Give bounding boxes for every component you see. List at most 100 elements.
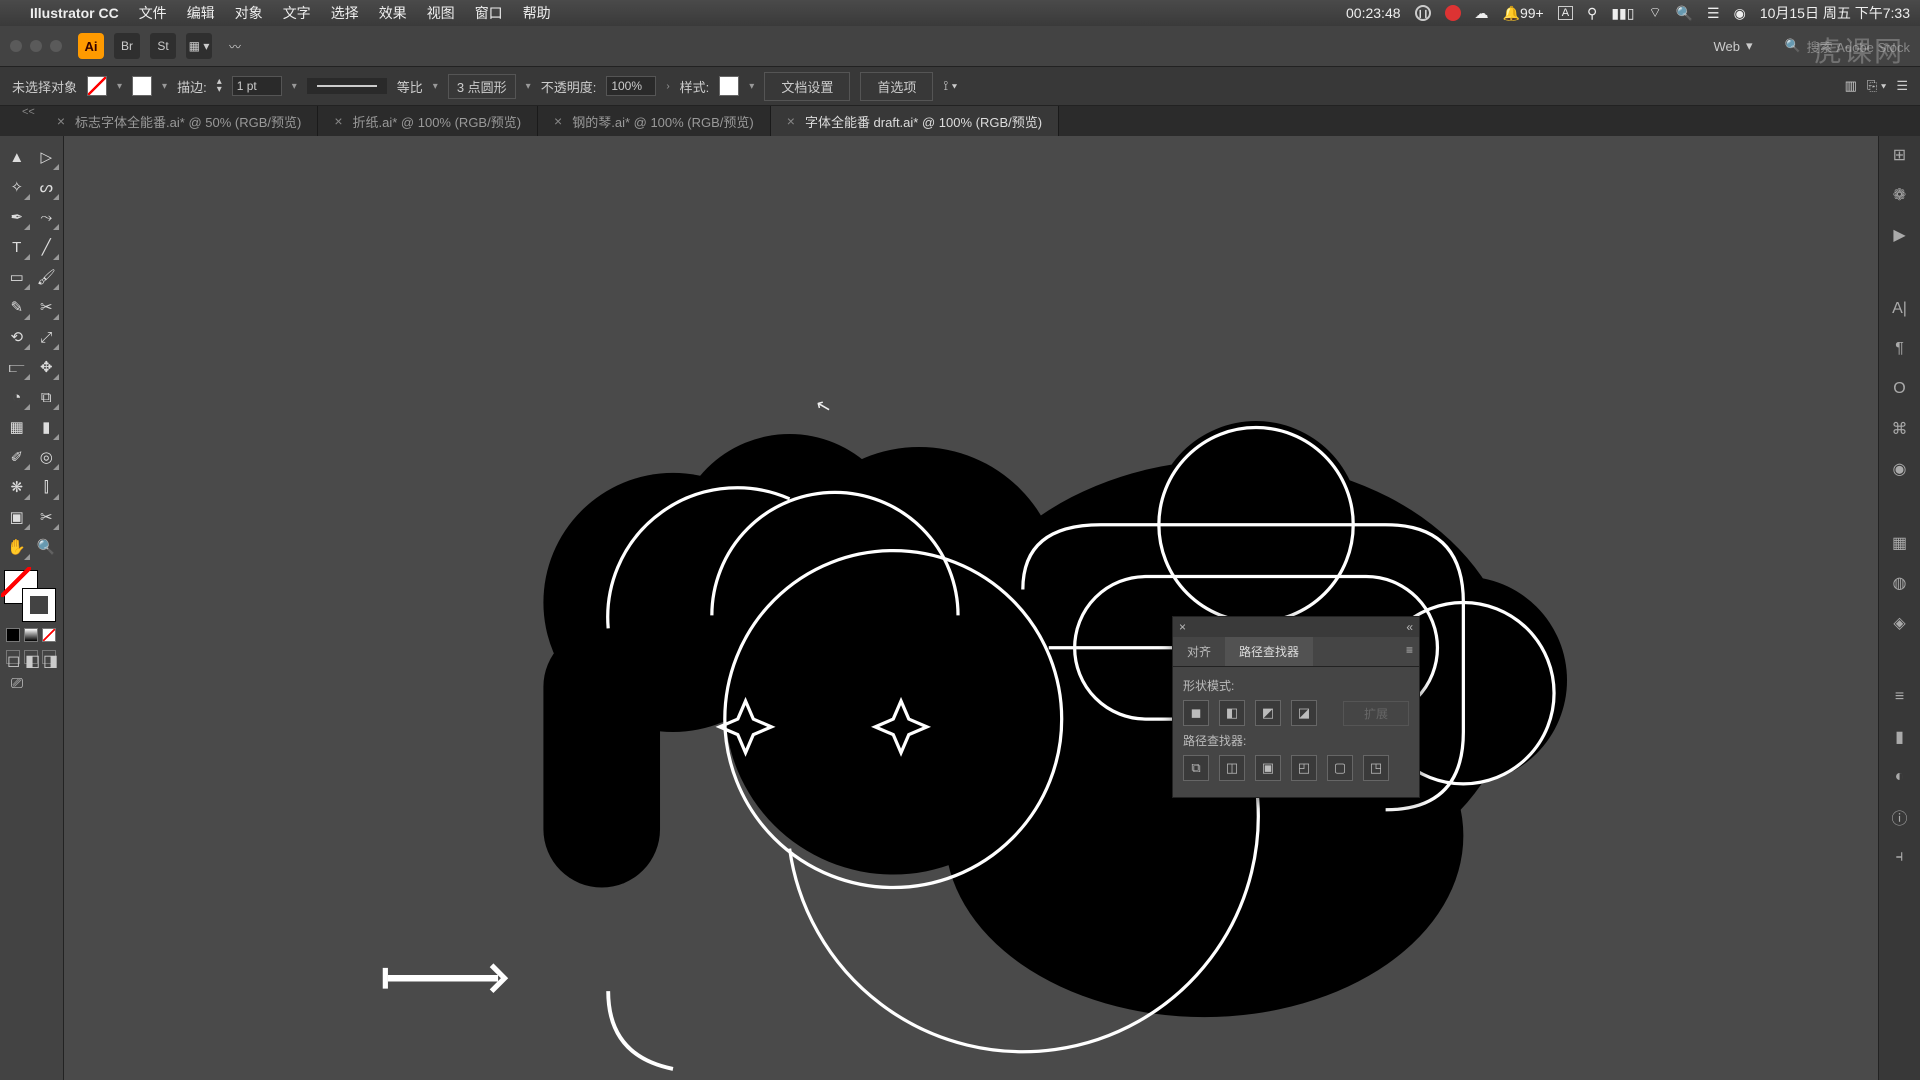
- style-swatch[interactable]: [719, 76, 739, 96]
- eraser-tool[interactable]: ✂: [32, 292, 62, 322]
- gradient-panel-icon[interactable]: ▮: [1887, 724, 1913, 750]
- expand-button[interactable]: 扩展: [1343, 701, 1409, 726]
- chevron-down-icon[interactable]: ▾: [749, 81, 754, 92]
- menu-select[interactable]: 选择: [331, 3, 359, 23]
- pin-icon[interactable]: ▥: [1845, 78, 1857, 94]
- paintbrush-tool[interactable]: 🖌: [32, 262, 62, 292]
- preferences-button[interactable]: 首选项: [860, 72, 933, 101]
- symbols-panel-icon[interactable]: ◈: [1887, 610, 1913, 636]
- wechat-icon[interactable]: ☁: [1475, 5, 1489, 22]
- stroke-profile-preview[interactable]: [307, 78, 387, 94]
- transform-icon[interactable]: ⎘ ▾: [1867, 78, 1886, 94]
- chevron-down-icon[interactable]: ▾: [117, 81, 122, 92]
- curvature-tool[interactable]: ⤳: [32, 202, 62, 232]
- battery-icon[interactable]: ▮▮▯: [1611, 5, 1634, 22]
- minus-front-icon[interactable]: ◧: [1219, 700, 1245, 726]
- notification-icon[interactable]: 🔔99+: [1503, 5, 1544, 22]
- tab-overflow-icon[interactable]: <<: [16, 106, 41, 118]
- scale-tool[interactable]: ⤢: [32, 322, 62, 352]
- intersect-icon[interactable]: ◩: [1255, 700, 1281, 726]
- appearance-panel-icon[interactable]: ◉: [1887, 456, 1913, 482]
- search-input[interactable]: 搜索 Adobe Stock: [1807, 37, 1910, 56]
- chevron-down-icon[interactable]: ▾: [162, 81, 167, 92]
- color-guide-panel-icon[interactable]: ◍: [1887, 570, 1913, 596]
- clock[interactable]: 10月15日 周五 下午7:33: [1760, 3, 1910, 23]
- gradient-tool[interactable]: ▮: [32, 412, 62, 442]
- paragraph-panel-icon[interactable]: ¶: [1887, 336, 1913, 362]
- gradient-mode-icon[interactable]: [24, 628, 38, 642]
- app-name[interactable]: Illustrator CC: [30, 5, 119, 21]
- record-icon[interactable]: [1445, 5, 1461, 21]
- trim-icon[interactable]: ◫: [1219, 755, 1245, 781]
- symbol-sprayer-tool[interactable]: ❋: [2, 472, 32, 502]
- menu-window[interactable]: 窗口: [475, 3, 503, 23]
- free-transform-tool[interactable]: ✥: [32, 352, 62, 382]
- control-center-icon[interactable]: ☰: [1707, 5, 1720, 22]
- opentype-panel-icon[interactable]: O: [1887, 376, 1913, 402]
- shaper-tool[interactable]: ✎: [2, 292, 32, 322]
- actions-panel-icon[interactable]: ▶: [1887, 222, 1913, 248]
- menu-edit[interactable]: 编辑: [187, 3, 215, 23]
- spotlight-icon[interactable]: 🔍: [1676, 5, 1693, 22]
- input-method-icon[interactable]: A: [1558, 6, 1573, 20]
- arrange-docs-icon[interactable]: ▦ ▾: [186, 33, 212, 59]
- menu-help[interactable]: 帮助: [523, 3, 551, 23]
- none-mode-icon[interactable]: [42, 628, 56, 642]
- menu-type[interactable]: 文字: [283, 3, 311, 23]
- canvas[interactable]: ↖ ×« 对齐 路径查找器 ≡ 形状模式: ◼ ◧ ◩ ◪ 扩展 路径查找器:: [64, 136, 1878, 1080]
- color-panel-icon[interactable]: ❁: [1887, 182, 1913, 208]
- chevron-right-icon[interactable]: ›: [666, 81, 669, 92]
- screen-mode-icon[interactable]: ⎚: [2, 668, 32, 698]
- doc-tab-1[interactable]: ×折纸.ai* @ 100% (RGB/预览): [318, 106, 538, 136]
- selection-tool[interactable]: ▲: [2, 142, 32, 172]
- minus-back-icon[interactable]: ◳: [1363, 755, 1389, 781]
- eyedropper-tool[interactable]: ✐: [2, 442, 32, 472]
- close-icon[interactable]: ×: [554, 113, 562, 129]
- draw-behind-icon[interactable]: ◧: [24, 650, 38, 664]
- close-icon[interactable]: ×: [57, 113, 65, 129]
- fill-stroke-control[interactable]: [2, 568, 58, 624]
- panel-close-icon[interactable]: ×: [1179, 620, 1186, 634]
- draw-inside-icon[interactable]: ◨: [42, 650, 56, 664]
- transparency-panel-icon[interactable]: ◐: [1887, 764, 1913, 790]
- info-panel-icon[interactable]: ⓘ: [1887, 804, 1913, 830]
- stroke-weight-input[interactable]: [232, 76, 282, 96]
- chevron-down-icon[interactable]: ▾: [1746, 38, 1753, 54]
- hand-tool[interactable]: ✋: [2, 532, 32, 562]
- tab-align[interactable]: 对齐: [1173, 637, 1225, 666]
- doc-tab-0[interactable]: ×标志字体全能番.ai* @ 50% (RGB/预览): [41, 106, 318, 136]
- menu-view[interactable]: 视图: [427, 3, 455, 23]
- chevron-down-icon[interactable]: ▾: [433, 81, 438, 92]
- type-tool[interactable]: T: [2, 232, 32, 262]
- magic-wand-tool[interactable]: ✧: [2, 172, 32, 202]
- blend-tool[interactable]: ◎: [32, 442, 62, 472]
- gpu-preview-icon[interactable]: 〰: [222, 33, 248, 59]
- menu-file[interactable]: 文件: [139, 3, 167, 23]
- align-icon[interactable]: ⟟ ▾: [943, 78, 957, 94]
- stroke-swatch[interactable]: [132, 76, 152, 96]
- panel-menu-icon[interactable]: ≡: [1400, 637, 1419, 666]
- rotate-tool[interactable]: ⟲: [2, 322, 32, 352]
- chevron-down-icon[interactable]: ▾: [292, 81, 297, 92]
- direct-selection-tool[interactable]: ▷: [32, 142, 62, 172]
- doc-tab-3[interactable]: ×字体全能番 draft.ai* @ 100% (RGB/预览): [771, 106, 1059, 136]
- chevron-down-icon[interactable]: ▾: [526, 81, 531, 92]
- doc-tab-2[interactable]: ×钢的琴.ai* @ 100% (RGB/预览): [538, 106, 771, 136]
- color-mode-icon[interactable]: [6, 628, 20, 642]
- swatches-panel-icon[interactable]: ▦: [1887, 530, 1913, 556]
- close-icon[interactable]: ×: [334, 113, 342, 129]
- properties-panel-icon[interactable]: ⊞: [1887, 142, 1913, 168]
- rectangle-tool[interactable]: ▭: [2, 262, 32, 292]
- unite-icon[interactable]: ◼: [1183, 700, 1209, 726]
- mesh-tool[interactable]: ▦: [2, 412, 32, 442]
- merge-icon[interactable]: ▣: [1255, 755, 1281, 781]
- glyphs-panel-icon[interactable]: ⌘: [1887, 416, 1913, 442]
- bridge-icon[interactable]: Br: [114, 33, 140, 59]
- pathfinder-panel[interactable]: ×« 对齐 路径查找器 ≡ 形状模式: ◼ ◧ ◩ ◪ 扩展 路径查找器: ⧉ …: [1172, 616, 1420, 798]
- outline-icon[interactable]: ▢: [1327, 755, 1353, 781]
- fill-swatch[interactable]: [87, 76, 107, 96]
- opacity-input[interactable]: [606, 76, 656, 96]
- line-tool[interactable]: ╱: [32, 232, 62, 262]
- search-icon[interactable]: 🔍: [1784, 38, 1800, 54]
- width-tool[interactable]: ⫍: [2, 352, 32, 382]
